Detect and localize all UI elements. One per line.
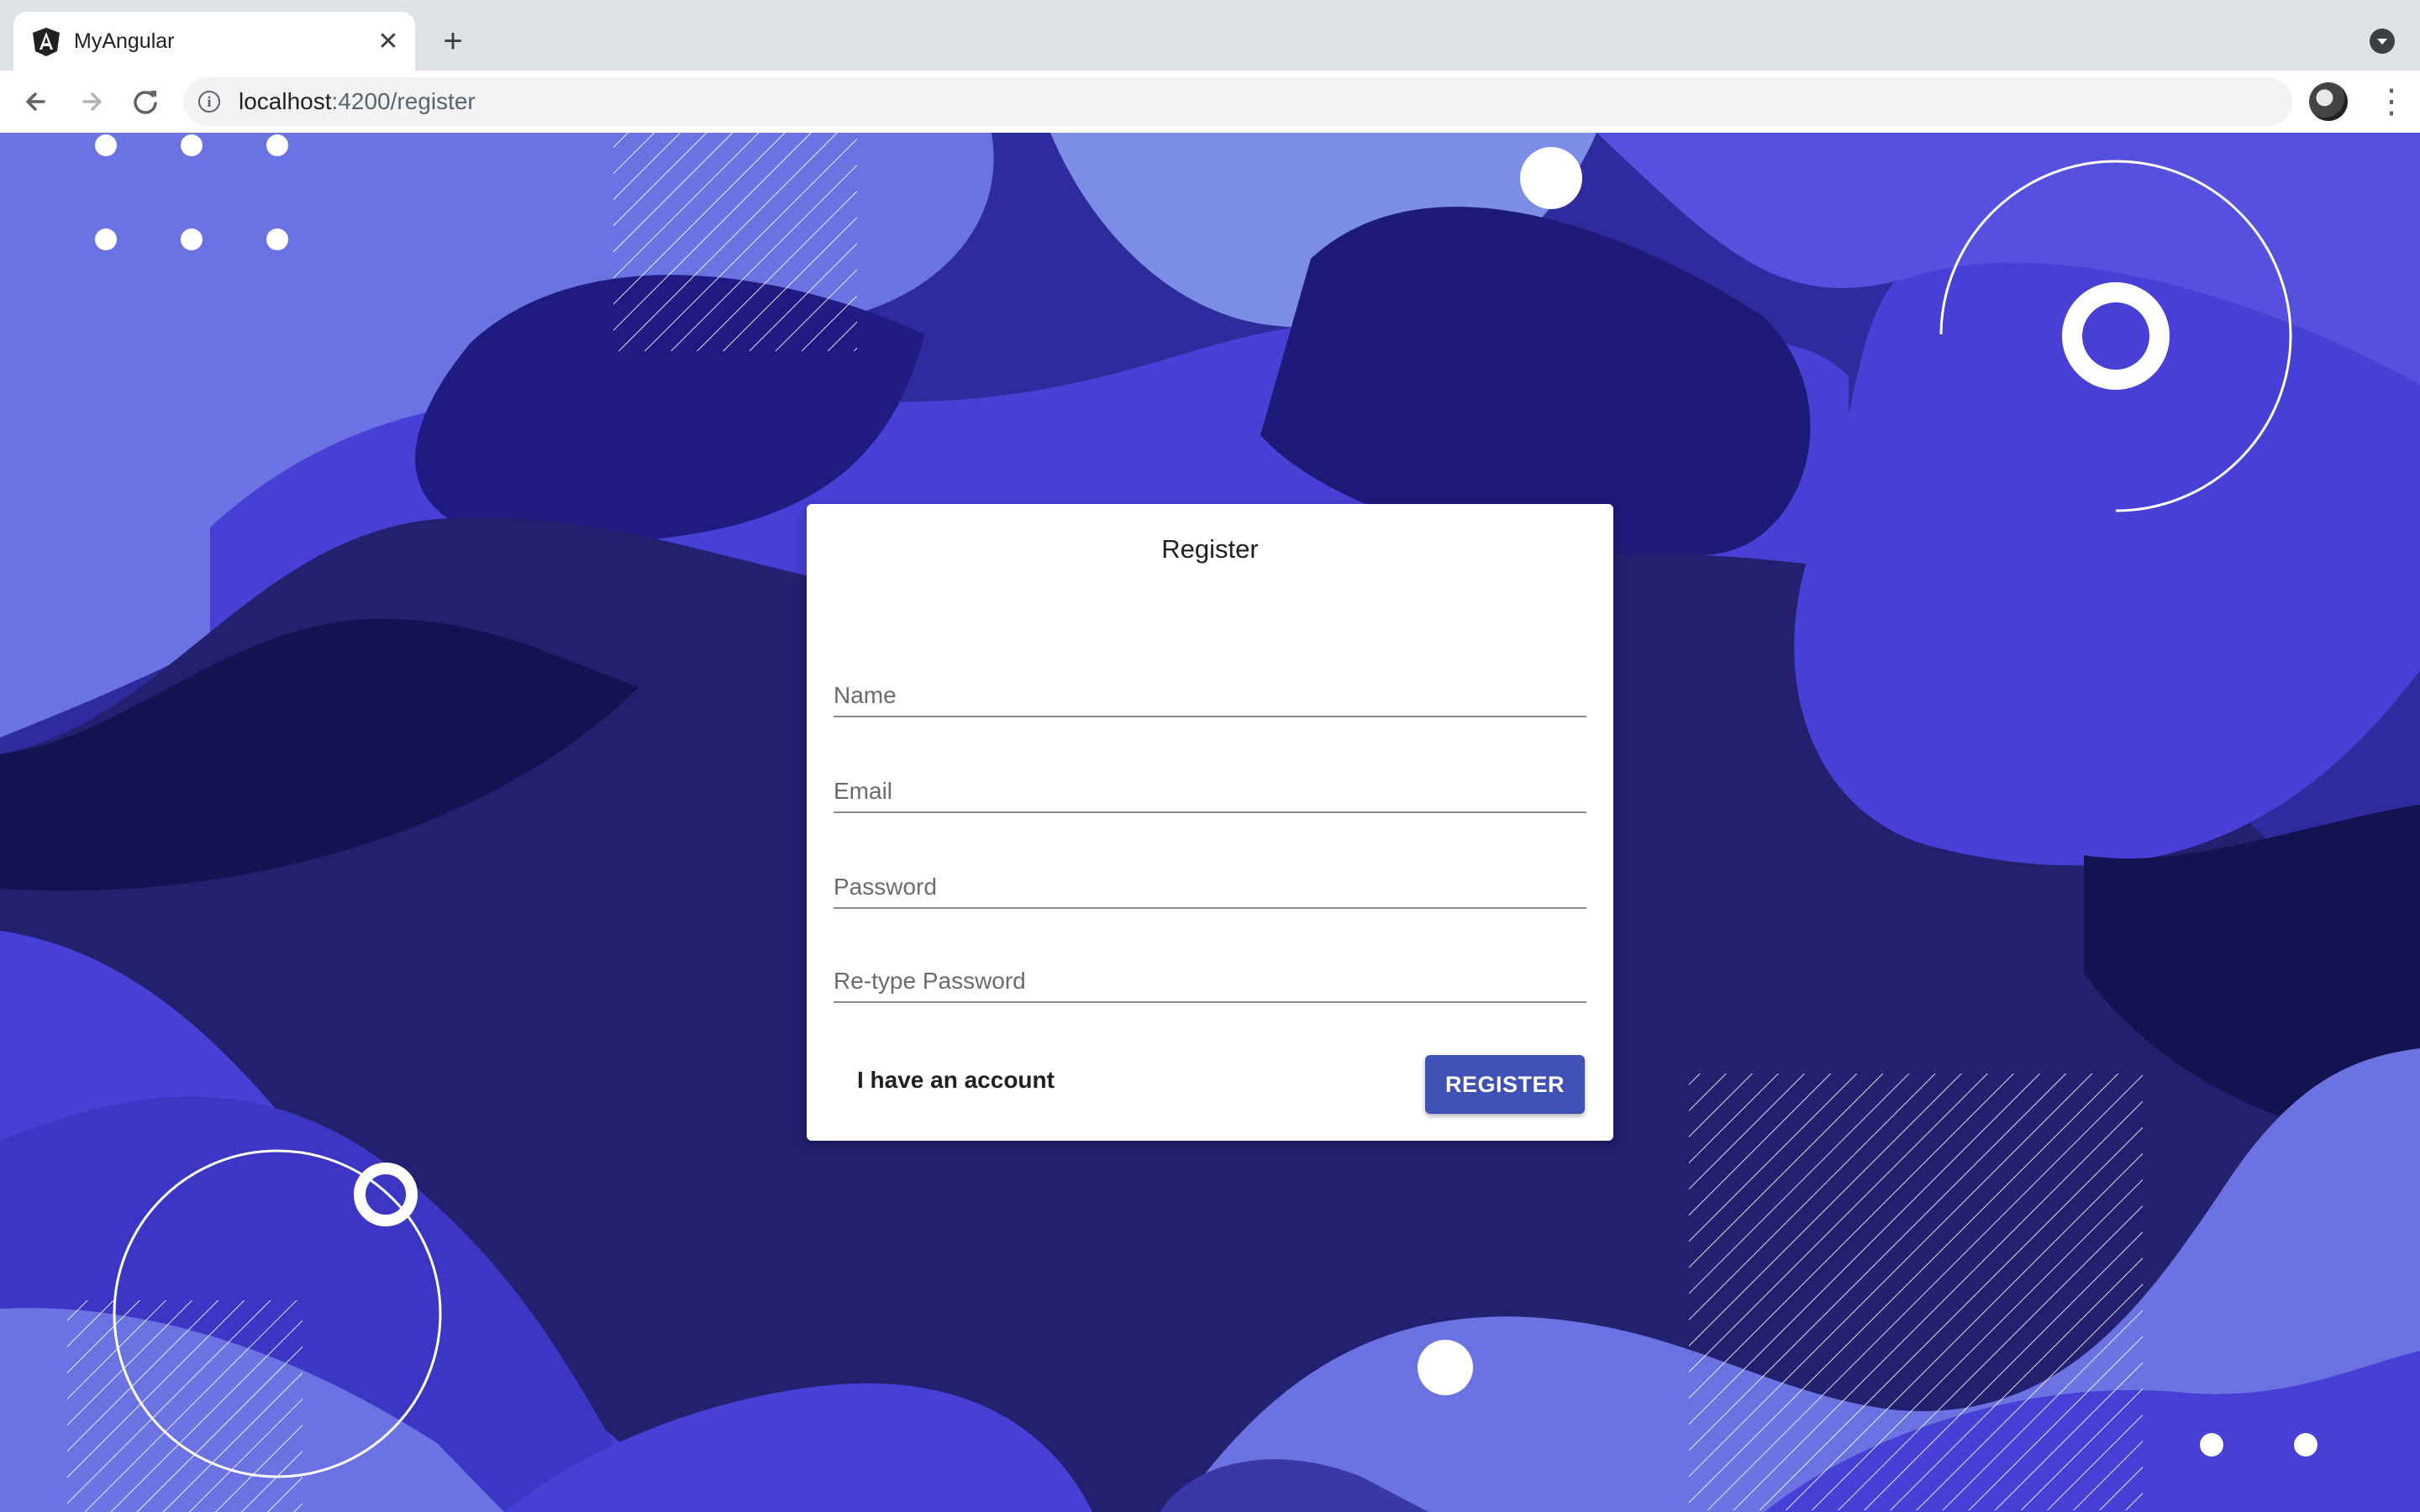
- reload-icon[interactable]: [128, 84, 163, 119]
- register-card: Register I have an account REGISTER: [807, 504, 1613, 1141]
- forward-arrow-icon[interactable]: [74, 84, 109, 119]
- retype-password-underline: [834, 1001, 1586, 1003]
- url-text[interactable]: localhost:4200/register: [239, 87, 476, 116]
- retype-password-input[interactable]: [834, 944, 1586, 1001]
- back-arrow-icon[interactable]: [18, 84, 54, 119]
- address-bar[interactable]: i localhost:4200/register ☆: [183, 77, 2292, 126]
- email-field: [834, 754, 1586, 813]
- tab-title: MyAngular: [74, 29, 175, 53]
- tab-bar: MyAngular ✕ +: [0, 0, 2420, 71]
- password-underline: [834, 907, 1586, 909]
- info-icon[interactable]: i: [198, 91, 220, 113]
- password-field: [834, 850, 1586, 909]
- avatar[interactable]: [2309, 82, 2348, 121]
- plus-icon[interactable]: +: [437, 24, 469, 58]
- retype-password-field: [834, 944, 1586, 1003]
- tab-search-icon[interactable]: [2370, 29, 2395, 54]
- browser-toolbar: i localhost:4200/register ☆ ⋮: [0, 71, 2420, 134]
- name-field: [834, 659, 1586, 717]
- browser-tab[interactable]: MyAngular ✕: [13, 12, 415, 71]
- email-input[interactable]: [834, 754, 1586, 811]
- menu-icon[interactable]: ⋮: [2375, 82, 2408, 121]
- close-icon[interactable]: ✕: [375, 29, 402, 55]
- page-title: Register: [1161, 534, 1259, 564]
- password-input[interactable]: [834, 850, 1586, 907]
- name-input[interactable]: [834, 659, 1586, 716]
- name-underline: [834, 716, 1586, 717]
- register-button[interactable]: REGISTER: [1425, 1055, 1585, 1114]
- page-viewport: Register I have an account REGISTER: [0, 133, 2420, 1512]
- have-account-link[interactable]: I have an account: [857, 1065, 1055, 1095]
- email-underline: [834, 811, 1586, 813]
- angular-icon: [33, 28, 60, 56]
